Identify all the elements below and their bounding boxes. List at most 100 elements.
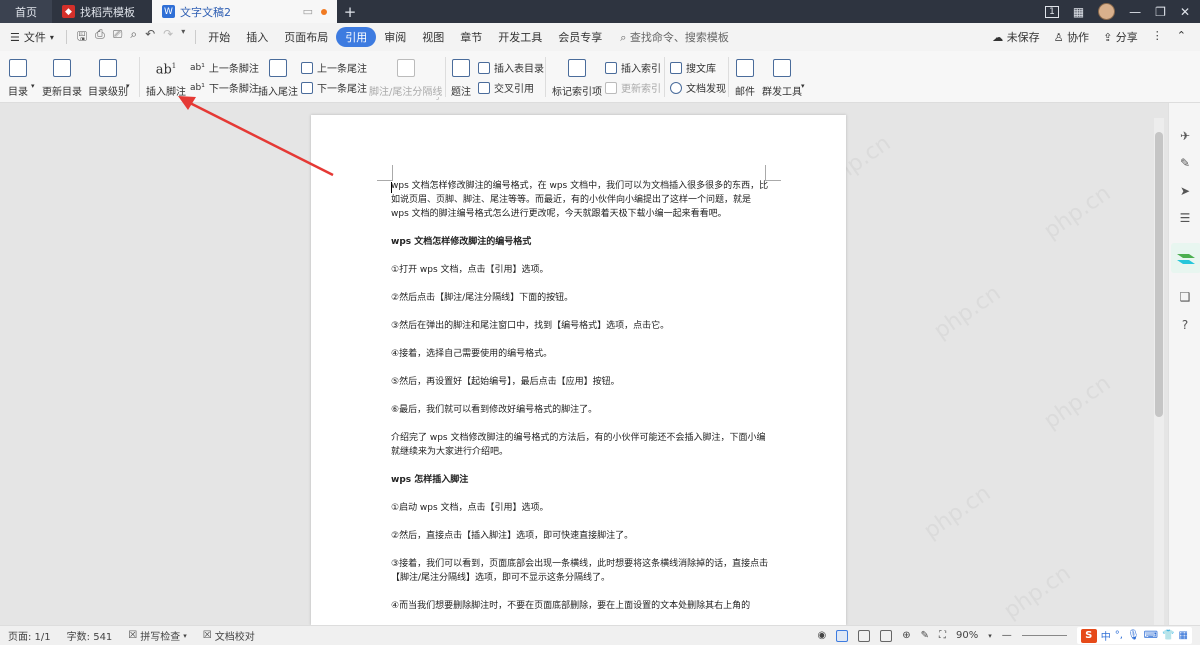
- more-menu-icon[interactable]: ⋮: [1152, 29, 1163, 45]
- doc-discovery-button[interactable]: 文档发现: [670, 80, 726, 95]
- document-paragraph[interactable]: ①打开 wps 文档，点击【引用】选项。: [391, 263, 771, 277]
- page-view-icon[interactable]: [836, 629, 849, 642]
- quick-access-more-icon[interactable]: ▾: [181, 27, 185, 48]
- document-paragraph[interactable]: ①启动 wps 文档，点击【引用】选项。: [391, 501, 771, 515]
- update-index-button[interactable]: 更新索引: [605, 80, 661, 95]
- restore-button[interactable]: ❐: [1155, 5, 1166, 19]
- collaborate-button[interactable]: ♙ 协作: [1054, 29, 1089, 45]
- vertical-scrollbar[interactable]: [1154, 118, 1164, 625]
- document-paragraph[interactable]: ④接着，选择自己需要使用的编号格式。: [391, 347, 771, 361]
- mark-index-entry-button[interactable]: 标记索引项: [552, 59, 602, 98]
- page-indicator[interactable]: 页面: 1/1: [0, 628, 59, 643]
- document-paragraph[interactable]: ②然后点击【脚注/尾注分隔线】下面的按钮。: [391, 291, 771, 305]
- zoom-out-button[interactable]: —: [1002, 630, 1012, 641]
- fit-width-icon[interactable]: ⛶: [939, 630, 946, 641]
- reading-view-icon[interactable]: [880, 629, 893, 642]
- cursor-select-icon[interactable]: ➤: [1177, 183, 1193, 199]
- document-paragraph[interactable]: ④而当我们想要删除脚注时，不要在页面底部删除，要在上面设置的文本处删除其右上角的: [391, 599, 771, 613]
- smart-tool-icon[interactable]: [1171, 243, 1200, 273]
- next-endnote-button[interactable]: 下一条尾注: [301, 80, 367, 95]
- close-button[interactable]: ✕: [1180, 5, 1190, 19]
- document-paragraph[interactable]: ③接着，我们可以看到，页面底部会出现一条横线，此时想要将这条横线消除掉的话，直接…: [391, 557, 771, 585]
- eye-protection-icon[interactable]: ◉: [818, 630, 827, 641]
- proofread-button[interactable]: ☒ 文档校对: [195, 628, 263, 643]
- insert-table-of-figures-button[interactable]: 插入表目录: [478, 60, 544, 75]
- outline-view-icon[interactable]: [858, 629, 871, 642]
- ime-toolbar[interactable]: S 中 °, 🎙 ⌨ 👕 ▦: [1076, 627, 1192, 644]
- save-icon[interactable]: 🖫: [77, 27, 87, 48]
- print-icon[interactable]: ⎚: [113, 27, 123, 48]
- redo-icon[interactable]: ↷: [163, 27, 173, 48]
- book-icon[interactable]: ❑: [1177, 289, 1193, 305]
- tab-document[interactable]: W 文字文稿2 ▭: [152, 0, 337, 23]
- chevron-down-icon[interactable]: ▾: [988, 632, 992, 640]
- cloud-save-button[interactable]: ☁ 未保存: [992, 29, 1040, 45]
- new-tab-button[interactable]: +: [337, 0, 363, 23]
- word-count[interactable]: 字数: 541: [59, 628, 121, 643]
- collapse-ribbon-icon[interactable]: ⌃: [1177, 29, 1186, 45]
- ime-language[interactable]: 中: [1101, 628, 1111, 643]
- prev-endnote-button[interactable]: 上一条尾注: [301, 60, 367, 75]
- share-button[interactable]: ⇪ 分享: [1103, 29, 1138, 45]
- caption-button[interactable]: 题注: [451, 59, 471, 98]
- tab-template[interactable]: ◆ 找稻壳模板: [52, 0, 152, 23]
- update-toc-button[interactable]: 更新目录: [42, 59, 82, 98]
- pen-icon[interactable]: ✎: [1177, 155, 1193, 171]
- keyboard-icon[interactable]: ⌨: [1144, 630, 1158, 641]
- toc-button[interactable]: 目录: [8, 59, 28, 98]
- tab-insert[interactable]: 插入: [238, 29, 276, 45]
- tab-start[interactable]: 开始: [200, 29, 238, 45]
- tab-references[interactable]: 引用: [336, 27, 377, 47]
- insert-index-button[interactable]: 插入索引: [605, 60, 661, 75]
- next-footnote-button[interactable]: ab¹ 下一条脚注: [190, 80, 259, 96]
- file-menu[interactable]: ☰ 文件 ▾: [0, 29, 62, 45]
- microphone-icon[interactable]: 🎙: [1127, 630, 1140, 641]
- document-paragraph[interactable]: ②然后，直接点击【插入脚注】选项，即可快速直接脚注了。: [391, 529, 771, 543]
- rocket-icon[interactable]: ✈: [1177, 128, 1193, 144]
- tab-section[interactable]: 章节: [452, 29, 490, 45]
- prev-footnote-button[interactable]: ab¹ 上一条脚注: [190, 60, 259, 76]
- print-preview-icon[interactable]: ⌕: [130, 27, 137, 48]
- float-window-icon[interactable]: ▭: [303, 5, 313, 18]
- tab-view[interactable]: 视图: [414, 29, 452, 45]
- help-icon[interactable]: ?: [1177, 317, 1193, 333]
- dialog-launcher-icon[interactable]: ⌟: [436, 93, 439, 101]
- document-paragraph[interactable]: wps 文档怎样修改脚注的编号格式，在 wps 文档中，我们可以为文档插入很多很…: [391, 179, 771, 221]
- document-paragraph[interactable]: ⑤然后，再设置好【起始编号】，最后点击【应用】按钮。: [391, 375, 771, 389]
- document-paragraph[interactable]: 介绍完了 wps 文档修改脚注的编号格式的方法后，有的小伙伴可能还不会插入脚注，…: [391, 431, 771, 459]
- search-library-button[interactable]: 搜文库: [670, 60, 716, 75]
- ime-shirt-icon[interactable]: 👕: [1162, 630, 1174, 641]
- ime-punctuation[interactable]: °,: [1115, 630, 1123, 641]
- undo-icon[interactable]: ↶: [145, 27, 155, 48]
- document-paragraph[interactable]: ③然后在弹出的脚注和尾注窗口中，找到【编号格式】选项，点击它。: [391, 319, 771, 333]
- zoom-slider[interactable]: [1021, 635, 1067, 636]
- scrollbar-thumb[interactable]: [1155, 132, 1163, 417]
- document-page[interactable]: wps 文档怎样修改脚注的编号格式，在 wps 文档中，我们可以为文档插入很多很…: [311, 115, 846, 625]
- zoom-level[interactable]: 90%: [956, 630, 978, 641]
- tab-member[interactable]: 会员专享: [550, 29, 610, 45]
- tab-page-layout[interactable]: 页面布局: [276, 29, 336, 45]
- command-search[interactable]: ⌕ 查找命令、搜索模板: [610, 29, 729, 45]
- mass-tools-button[interactable]: 群发工具: [762, 59, 802, 98]
- document-body[interactable]: wps 文档怎样修改脚注的编号格式，在 wps 文档中，我们可以为文档插入很多很…: [391, 179, 771, 625]
- document-heading[interactable]: wps 怎样插入脚注: [391, 473, 771, 487]
- write-mode-icon[interactable]: ✎: [921, 630, 929, 641]
- tab-developer[interactable]: 开发工具: [490, 29, 550, 45]
- export-pdf-icon[interactable]: ⎙: [95, 27, 105, 48]
- cross-reference-button[interactable]: 交叉引用: [478, 80, 534, 95]
- avatar[interactable]: [1098, 3, 1116, 20]
- mail-button[interactable]: 邮件: [735, 59, 755, 98]
- tab-review[interactable]: 审阅: [376, 29, 414, 45]
- document-heading[interactable]: wps 文档怎样修改脚注的编号格式: [391, 235, 771, 249]
- document-paragraph[interactable]: ⑥最后，我们就可以看到修改好编号格式的脚注了。: [391, 403, 771, 417]
- sliders-icon[interactable]: ☰: [1177, 210, 1193, 226]
- spellcheck-button[interactable]: ☒ 拼写检查 ▾: [120, 628, 194, 643]
- toc-level-button[interactable]: 目录级别: [88, 59, 128, 98]
- insert-footnote-button[interactable]: ab1 插入脚注: [146, 57, 186, 98]
- grid-apps-icon[interactable]: ▦: [1073, 5, 1084, 19]
- minimize-button[interactable]: —: [1129, 5, 1141, 19]
- web-view-icon[interactable]: ⊕: [902, 630, 910, 641]
- insert-endnote-button[interactable]: 插入尾注: [258, 59, 298, 98]
- footnote-separator-button[interactable]: 脚注/尾注分隔线: [369, 59, 442, 98]
- page-count-icon[interactable]: 1: [1045, 5, 1059, 18]
